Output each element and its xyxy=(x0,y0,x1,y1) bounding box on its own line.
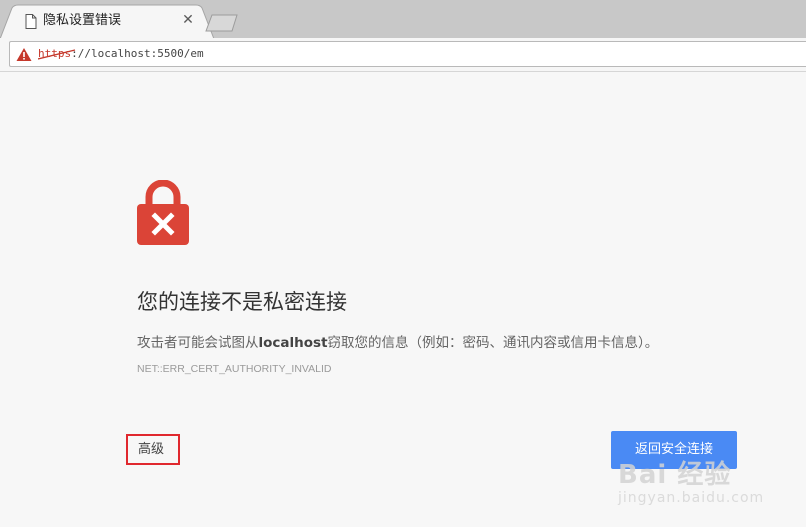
tab-close-icon[interactable]: ✕ xyxy=(180,12,196,28)
address-bar[interactable]: https://localhost:5500/em xyxy=(9,41,806,67)
document-icon xyxy=(25,14,37,29)
explanation-host: localhost xyxy=(258,335,328,351)
new-tab-button[interactable] xyxy=(204,14,240,32)
advanced-button[interactable]: 高级 xyxy=(126,434,180,465)
tab-title: 隐私设置错误 xyxy=(43,13,122,28)
page-title: 您的连接不是私密连接 xyxy=(137,290,347,314)
explanation-suffix: 窃取您的信息（例如：密码、通讯内容或信用卡信息）。 xyxy=(327,335,659,351)
browser-window: 隐私设置错误 ✕ https://localhost:5500/em 您的连接不… xyxy=(0,0,806,527)
explanation-prefix: 攻击者可能会试图从 xyxy=(137,335,259,351)
url-scheme: https xyxy=(38,47,76,60)
broken-lock-icon xyxy=(137,180,189,245)
back-to-safety-button[interactable]: 返回安全连接 xyxy=(611,431,737,469)
strikethrough-mark xyxy=(38,49,76,60)
url-text[interactable]: https://localhost:5500/em xyxy=(38,47,204,61)
url-rest: ://localhost:5500/em xyxy=(71,47,204,60)
warning-triangle-icon[interactable] xyxy=(16,47,32,62)
error-code[interactable]: NET::ERR_CERT_AUTHORITY_INVALID xyxy=(137,362,332,376)
explanation-text: 攻击者可能会试图从localhost窃取您的信息（例如：密码、通讯内容或信用卡信… xyxy=(137,334,658,352)
tab-active[interactable]: 隐私设置错误 ✕ xyxy=(13,5,203,39)
interstitial-page: 您的连接不是私密连接 攻击者可能会试图从localhost窃取您的信息（例如：密… xyxy=(0,72,806,527)
toolbar: https://localhost:5500/em xyxy=(0,38,806,72)
tab-strip: 隐私设置错误 ✕ xyxy=(0,0,806,39)
watermark-url: jingyan.baidu.com xyxy=(618,490,765,506)
